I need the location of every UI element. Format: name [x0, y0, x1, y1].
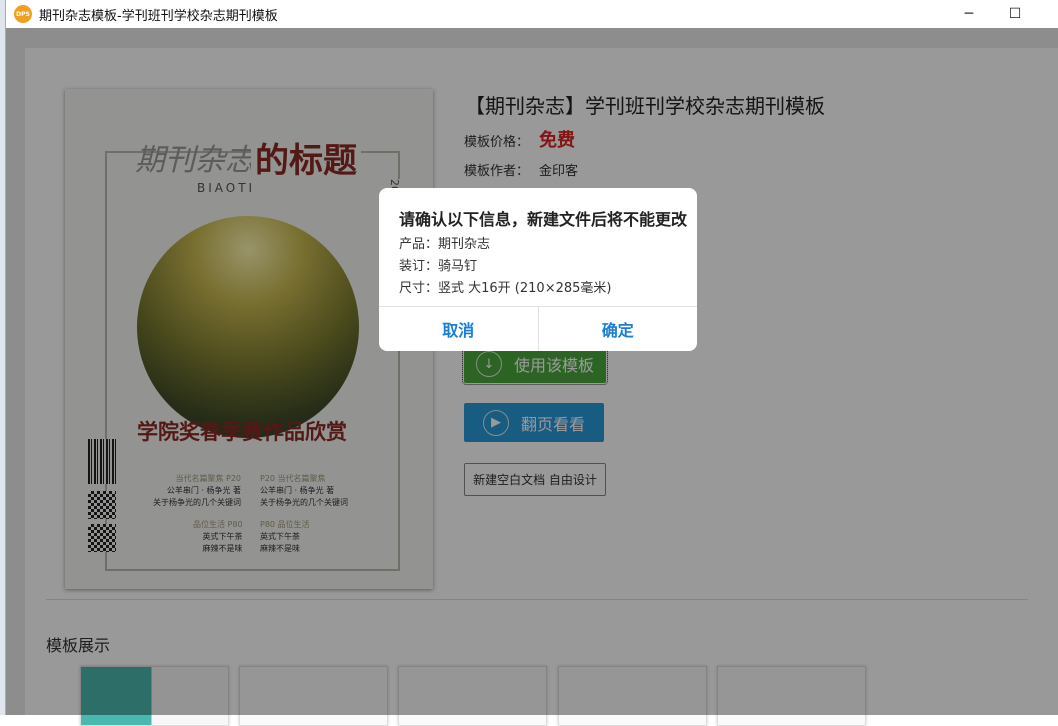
dialog-binding: 装订：骑马钉 [399, 259, 478, 274]
cancel-button[interactable]: 取消 [379, 307, 538, 351]
confirm-dialog: 请确认以下信息，新建文件后将不能更改 产品：期刊杂志 装订：骑马钉 尺寸：竖式 … [379, 188, 697, 351]
dialog-title: 请确认以下信息，新建文件后将不能更改 [399, 210, 688, 229]
confirm-button[interactable]: 确定 [537, 307, 698, 351]
maximize-button[interactable]: ☐ [992, 0, 1038, 28]
title-bar: DPS 期刊杂志模板-学刊班刊学校杂志期刊模板 ─ ☐ [6, 0, 1058, 28]
minimize-button[interactable]: ─ [946, 0, 992, 28]
dialog-footer: 取消 确定 [379, 306, 697, 351]
app-logo-icon: DPS [14, 5, 32, 23]
dialog-product: 产品：期刊杂志 [399, 237, 491, 252]
modal-overlay [6, 28, 1058, 715]
dialog-size: 尺寸：竖式 大16开 (210×285毫米) [399, 281, 612, 296]
window-title: 期刊杂志模板-学刊班刊学校杂志期刊模板 [39, 8, 278, 24]
